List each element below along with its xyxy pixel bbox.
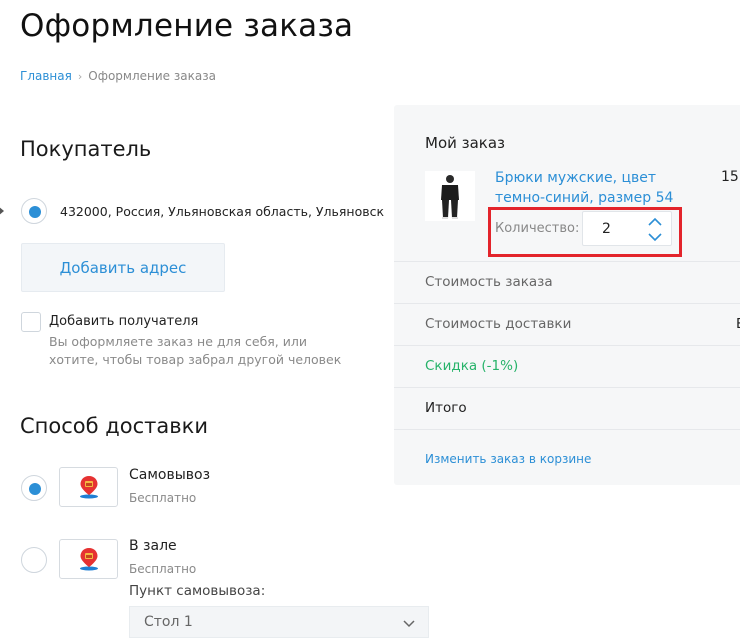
breadcrumb-separator-icon: › <box>77 69 83 83</box>
product-price: 15 <box>721 169 739 185</box>
add-recipient-label: Добавить получателя <box>49 314 199 329</box>
quantity-highlight-box <box>488 207 682 257</box>
address-radio[interactable] <box>21 198 47 224</box>
pickup-point-value: Стол 1 <box>144 614 193 630</box>
page-title: Оформление заказа <box>20 8 354 44</box>
map-pin-store-icon <box>59 467 118 507</box>
address-text: 432000, Россия, Ульяновская область, Уль… <box>60 204 385 219</box>
arrow-left-icon <box>0 206 4 216</box>
breadcrumb: Главная › Оформление заказа <box>20 69 216 83</box>
add-recipient-checkbox[interactable] <box>21 312 41 332</box>
delivery-option-price: Бесплатно <box>129 562 197 576</box>
delivery-radio-pickup[interactable] <box>21 475 47 501</box>
summary-row-delivery-cost: Стоимость доставки Б <box>394 303 740 345</box>
order-heading: Мой заказ <box>425 134 506 152</box>
delivery-radio-hall[interactable] <box>21 547 47 573</box>
summary-label: Скидка (-1%) <box>425 358 519 374</box>
edit-order-in-cart-link[interactable]: Изменить заказ в корзине <box>425 452 591 466</box>
delivery-section-title: Способ доставки <box>20 414 208 438</box>
summary-row-discount: Скидка (-1%) <box>394 345 740 387</box>
summary-label: Стоимость заказа <box>425 274 553 290</box>
delivery-option-name: Самовывоз <box>129 467 211 483</box>
pickup-point-label: Пункт самовывоза: <box>129 583 266 599</box>
map-pin-store-icon <box>59 539 118 579</box>
summary-row-total: Итого <box>394 387 740 429</box>
add-address-button[interactable]: Добавить адрес <box>21 243 225 292</box>
delivery-option-price: Бесплатно <box>129 491 197 505</box>
product-name-link[interactable]: Брюки мужские, цвет темно-синий, размер … <box>495 168 705 208</box>
chevron-down-icon <box>403 620 415 628</box>
summary-row-order-cost: Стоимость заказа <box>394 261 740 303</box>
pickup-point-select[interactable]: Стол 1 <box>129 606 429 638</box>
breadcrumb-current: Оформление заказа <box>88 69 216 83</box>
summary-value: Б <box>736 316 740 332</box>
summary-label: Итого <box>425 400 467 416</box>
summary-label: Стоимость доставки <box>425 316 572 332</box>
delivery-option-name: В зале <box>129 538 177 554</box>
summary-divider <box>394 429 740 430</box>
breadcrumb-home-link[interactable]: Главная <box>20 69 72 83</box>
buyer-section-title: Покупатель <box>20 137 152 161</box>
order-summary-panel: Мой заказ Брюки мужские, цвет темно-сини… <box>394 105 740 485</box>
add-recipient-hint: Вы оформляете заказ не для себя, или хот… <box>49 334 342 367</box>
product-thumbnail <box>425 171 475 221</box>
